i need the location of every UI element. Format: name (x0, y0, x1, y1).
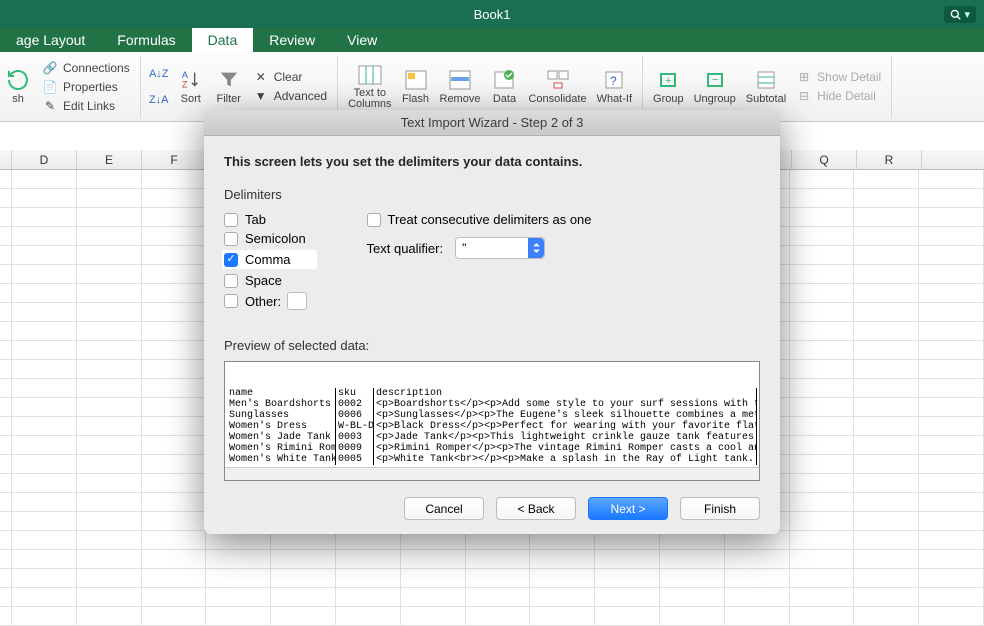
select-arrows-icon (528, 238, 544, 258)
checkbox-icon (224, 213, 238, 227)
finish-button[interactable]: Finish (680, 497, 760, 520)
next-button[interactable]: Next > (588, 497, 668, 520)
delimiter-other-input[interactable] (287, 292, 307, 310)
delimiter-other-checkbox[interactable]: Other: (224, 294, 281, 309)
checkbox-icon (224, 274, 238, 288)
preview-box: name Men's Boardshorts Sunglasses Women'… (224, 361, 760, 481)
text-qualifier-label: Text qualifier: (367, 241, 444, 256)
preview-scrollbar[interactable] (225, 467, 759, 480)
text-qualifier-select[interactable]: " (455, 237, 545, 259)
cancel-button[interactable]: Cancel (404, 497, 484, 520)
delimiter-comma-checkbox[interactable]: Comma (222, 250, 317, 269)
checkbox-icon (367, 213, 381, 227)
dialog-overlay: Text Import Wizard - Step 2 of 3 This sc… (0, 0, 984, 622)
delimiter-tab-checkbox[interactable]: Tab (224, 212, 317, 227)
dialog-title: Text Import Wizard - Step 2 of 3 (204, 110, 780, 136)
delimiters-label: Delimiters (224, 187, 760, 202)
delimiter-semicolon-checkbox[interactable]: Semicolon (224, 231, 317, 246)
checkbox-icon (224, 294, 238, 308)
dialog-intro: This screen lets you set the delimiters … (224, 154, 760, 169)
delimiter-space-checkbox[interactable]: Space (224, 273, 317, 288)
checkbox-icon (224, 232, 238, 246)
preview-label: Preview of selected data: (224, 338, 760, 353)
text-import-wizard-dialog: Text Import Wizard - Step 2 of 3 This sc… (204, 110, 780, 534)
checkbox-checked-icon (224, 253, 238, 267)
treat-consecutive-checkbox[interactable]: Treat consecutive delimiters as one (367, 212, 592, 227)
back-button[interactable]: < Back (496, 497, 576, 520)
